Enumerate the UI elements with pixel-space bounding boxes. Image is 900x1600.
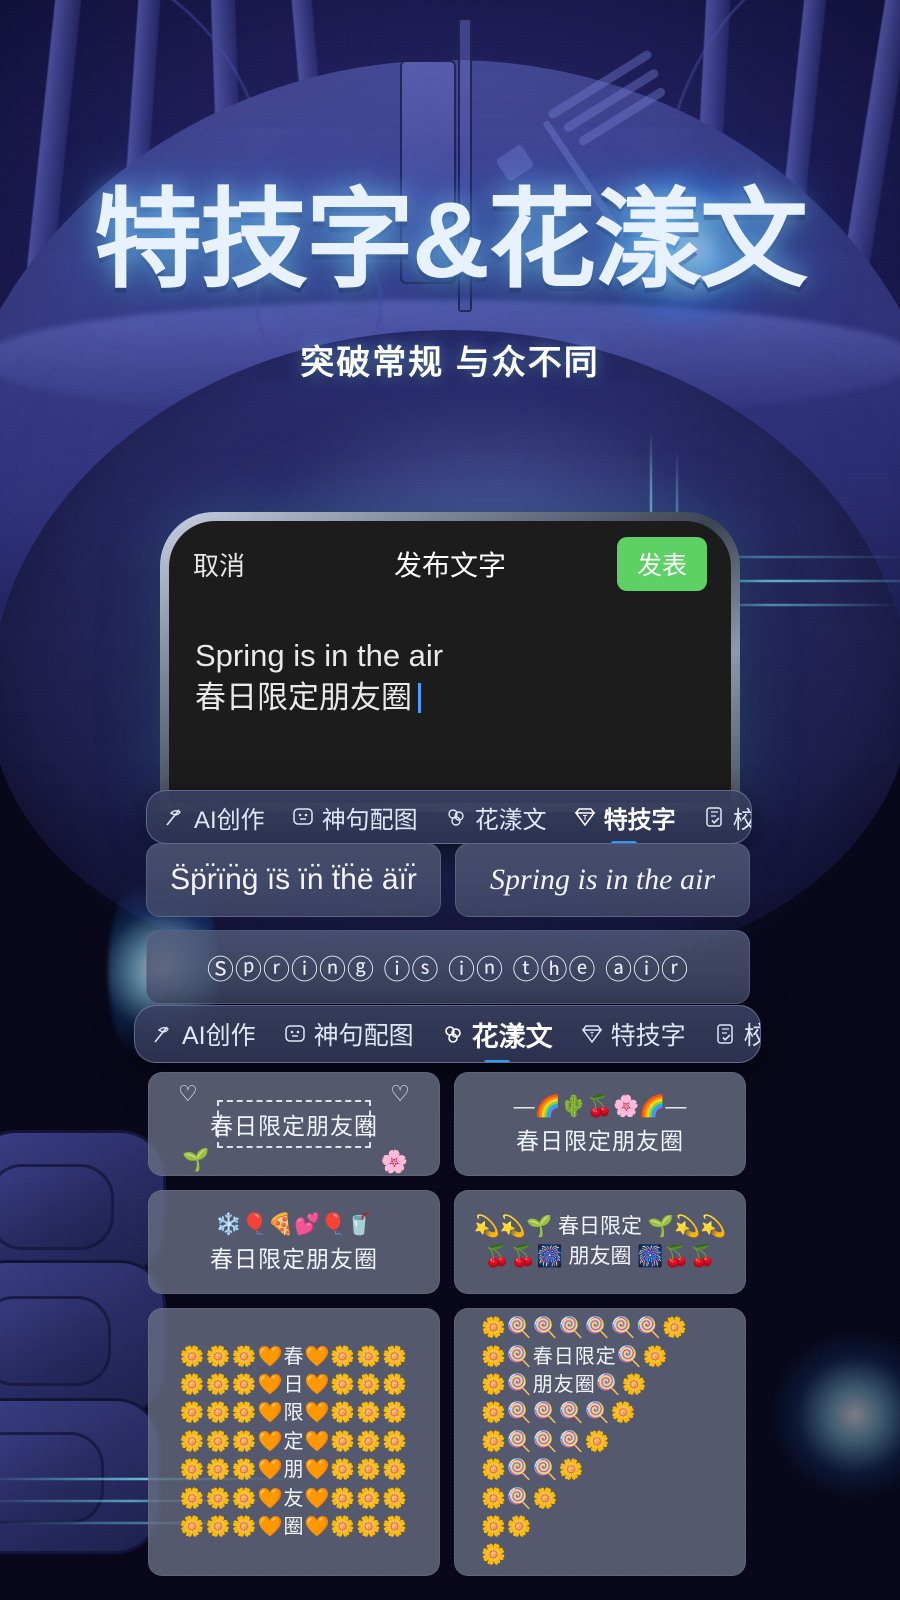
- stunt-style-card-circled[interactable]: Ⓢⓟⓡⓘⓝⓖ ⓘⓢ ⓘⓝ ⓣⓗⓔ ⓐⓘⓡ: [146, 930, 750, 1004]
- flower-card-text: 春日限定朋友圈: [516, 1128, 684, 1155]
- bracket-frame-decoration: ♡ ♡ 春日限定朋友圈 🌱 🌸: [178, 1081, 410, 1174]
- poster-subhead: 突破常规 与众不同: [300, 344, 600, 382]
- flower-text-cards: ♡ ♡ 春日限定朋友圈 🌱 🌸 —🌈🌵🍒🌸🌈— 春日限定朋友圈 ❄️🎈🍕💕🎈🥤 …: [148, 1072, 746, 1590]
- compose-navbar: 取消 发布文字 发表: [169, 521, 731, 607]
- tab-label: 特技字: [610, 1022, 686, 1050]
- tab-stunt-text-2[interactable]: T 特技字: [580, 1016, 686, 1052]
- grid-row: 🌼🌼🌼🧡友🧡🌼🌼🌼: [179, 1487, 409, 1510]
- magic-pen-icon: [154, 1026, 169, 1043]
- grid-row: 🌼🌼🌼🧡圈🧡🌼🌼🌼: [179, 1515, 409, 1538]
- stunt-text-cards: S̈p̈r̈ïn̈g̈ ïs̈ ïn̈ ẗḧë äïr̈ Spring is i…: [146, 843, 750, 1017]
- flower-icon: [444, 1026, 461, 1043]
- magic-pen-icon: [166, 809, 181, 826]
- tab-label: 神句配图: [321, 806, 418, 834]
- flower-card-line-1: 💫💫🌱 春日限定 🌱💫💫: [473, 1214, 727, 1238]
- compose-line-1: Spring is in the air: [195, 638, 444, 673]
- grid-row: 🌼🌼: [481, 1515, 533, 1538]
- flower-card-bracket-frame[interactable]: ♡ ♡ 春日限定朋友圈 🌱 🌸: [148, 1072, 440, 1176]
- smiley-square-icon: [292, 808, 313, 825]
- tab-label: 校对: [732, 806, 751, 834]
- grid-row: 🌼🍭朋友圈🍭🌼: [481, 1374, 648, 1397]
- tab-proofread-2[interactable]: 校对: [713, 1016, 760, 1052]
- flower-card-vertical-grid[interactable]: 🌼🌼🌼🧡春🧡🌼🌼🌼 🌼🌼🌼🧡日🧡🌼🌼🌼 🌼🌼🌼🧡限🧡🌼🌼🌼 🌼🌼🌼🧡定🧡🌼🌼🌼 …: [148, 1308, 440, 1576]
- grid-row: 🌼🌼🌼🧡春🧡🌼🌼🌼: [179, 1345, 409, 1368]
- grid-row: 🌼🍭🍭🌼: [481, 1459, 585, 1482]
- flower-card-line-2: 🍒🍒🎆 朋友圈 🎆🍒🍒: [484, 1245, 716, 1268]
- flower-card-emoji-top: —🌈🌵🍒🌸🌈—: [513, 1094, 687, 1118]
- blossom-icon: 🌸: [380, 1149, 408, 1174]
- toolbar-top: AI创作 神句配图 花漾文 T 特技字 校对: [147, 791, 751, 843]
- stunt-style-card-diacritic[interactable]: S̈p̈r̈ïn̈g̈ ïs̈ ïn̈ ẗḧë äïr̈: [146, 843, 441, 917]
- stunt-style-text: Spring is in the air: [489, 863, 715, 896]
- smiley-square-icon: [284, 1025, 305, 1042]
- active-tab-underline: [483, 1059, 510, 1062]
- document-check-icon: [716, 1024, 733, 1044]
- stunt-style-text: Ⓢⓟⓡⓘⓝⓖ ⓘⓢ ⓘⓝ ⓣⓗⓔ ⓐⓘⓡ: [206, 954, 689, 985]
- flower-card-rainbow[interactable]: —🌈🌵🍒🌸🌈— 春日限定朋友圈: [454, 1072, 746, 1176]
- heart-left-icon: ♡: [178, 1081, 198, 1106]
- flower-icon: [447, 809, 464, 826]
- tab-label: 花漾文: [474, 806, 547, 834]
- grid-rows: 🌼🌼🌼🧡春🧡🌼🌼🌼 🌼🌼🌼🧡日🧡🌼🌼🌼 🌼🌼🌼🧡限🧡🌼🌼🌼 🌼🌼🌼🧡定🧡🌼🌼🌼 …: [180, 1343, 408, 1542]
- compose-textarea[interactable]: Spring is in the air 春日限定朋友圈: [169, 607, 731, 719]
- grid-row: 🌼🍭🍭🍭🌼: [481, 1430, 611, 1453]
- flower-card-sparkle[interactable]: 💫💫🌱 春日限定 🌱💫💫 🍒🍒🎆 朋友圈 🎆🍒🍒: [454, 1190, 746, 1294]
- compose-line-2-wrap: 春日限定朋友圈: [195, 677, 705, 719]
- seedling-icon: 🌱: [182, 1147, 210, 1172]
- tab-label: 神句配图: [313, 1022, 414, 1050]
- flower-card-lollipop-triangle[interactable]: 🌼🍭🍭🍭🍭🍭🍭🌼 🌼🍭春日限定🍭🌼 🌼🍭朋友圈🍭🌼 🌼🍭🍭🍭🍭🌼 🌼🍭🍭🍭🌼 🌼…: [454, 1308, 746, 1576]
- svg-text:T: T: [583, 815, 588, 822]
- grid-row: 🌼🍭🌼: [481, 1487, 559, 1510]
- flower-card-emoji-top: ❄️🎈🍕💕🎈🥤: [215, 1212, 373, 1236]
- flower-card-party[interactable]: ❄️🎈🍕💕🎈🥤 春日限定朋友圈: [148, 1190, 440, 1294]
- flower-card-row-3: 🌼🌼🌼🧡春🧡🌼🌼🌼 🌼🌼🌼🧡日🧡🌼🌼🌼 🌼🌼🌼🧡限🧡🌼🌼🌼 🌼🌼🌼🧡定🧡🌼🌼🌼 …: [148, 1308, 746, 1576]
- stunt-card-row-2: Ⓢⓟⓡⓘⓝⓖ ⓘⓢ ⓘⓝ ⓣⓗⓔ ⓐⓘⓡ: [146, 930, 750, 1004]
- grid-row: 🌼🍭🍭🍭🍭🍭🍭🌼: [481, 1317, 689, 1340]
- tab-label: AI创作: [182, 1022, 256, 1050]
- grid-row: 🌼🌼🌼🧡朋🧡🌼🌼🌼: [179, 1459, 409, 1482]
- grid-row: 🌼🌼🌼🧡日🧡🌼🌼🌼: [179, 1374, 409, 1397]
- tab-sentence-image-2[interactable]: 神句配图: [283, 1016, 414, 1052]
- grid-row: 🌼🌼🌼🧡定🧡🌼🌼🌼: [179, 1430, 409, 1453]
- phone-screen: 取消 发布文字 发表 Spring is in the air 春日限定朋友圈: [169, 521, 731, 803]
- text-caret: [418, 682, 421, 713]
- stunt-style-text: S̈p̈r̈ïn̈g̈ ïs̈ ïn̈ ẗḧë äïr̈: [170, 863, 417, 896]
- poster-headline: 特技字&花漾文: [94, 179, 808, 300]
- grid-row: 🌼🍭🍭🍭🍭🌼: [481, 1402, 637, 1425]
- tab-label: 校对: [743, 1022, 760, 1050]
- poster-stage: 特技字&花漾文 突破常规 与众不同 取消 发布文字 发表 Spring is i…: [0, 0, 900, 1600]
- tab-stunt-text[interactable]: T 特技字: [573, 800, 676, 843]
- tab-flower-text[interactable]: 花漾文: [444, 800, 547, 835]
- grid-row: 🌼🍭春日限定🍭🌼: [481, 1345, 669, 1368]
- document-check-icon: [705, 807, 722, 827]
- flower-card-text: 春日限定朋友圈: [210, 1246, 378, 1273]
- tab-proofread[interactable]: 校对: [702, 800, 751, 835]
- tab-flower-text-2[interactable]: 花漾文: [441, 1015, 553, 1062]
- phone-mockup: 取消 发布文字 发表 Spring is in the air 春日限定朋友圈: [160, 512, 740, 812]
- grid-row: 🌼: [481, 1544, 507, 1567]
- tab-sentence-image[interactable]: 神句配图: [291, 800, 418, 835]
- cancel-button[interactable]: 取消: [193, 546, 245, 583]
- flower-card-text: 春日限定朋友圈: [210, 1113, 378, 1139]
- post-button[interactable]: 发表: [616, 537, 707, 591]
- svg-text:T: T: [590, 1032, 595, 1039]
- stunt-card-row-1: S̈p̈r̈ïn̈g̈ ïs̈ ïn̈ ẗḧë äïr̈ Spring is i…: [146, 843, 750, 917]
- toolbar-bottom: AI创作 神句配图 花漾文 T 特技字 校对: [135, 1006, 760, 1062]
- tab-label: AI创作: [194, 806, 265, 834]
- tab-label: 特技字: [603, 806, 676, 834]
- flower-text-toolbar-panel: AI创作 神句配图 花漾文 T 特技字 校对: [134, 1005, 761, 1063]
- compose-line-2: 春日限定朋友圈: [195, 679, 412, 715]
- grid-row: 🌼🌼🌼🧡限🧡🌼🌼🌼: [179, 1402, 409, 1425]
- stunt-style-card-script[interactable]: Spring is in the air: [455, 843, 750, 917]
- tab-ai-creation[interactable]: AI创作: [163, 800, 265, 835]
- text-gem-icon: T: [574, 808, 596, 827]
- triangle-rows: 🌼🍭🍭🍭🍭🍭🍭🌼 🌼🍭春日限定🍭🌼 🌼🍭朋友圈🍭🌼 🌼🍭🍭🍭🍭🌼 🌼🍭🍭🍭🌼 🌼…: [465, 1314, 688, 1570]
- tab-label: 花漾文: [471, 1021, 553, 1052]
- flower-card-row-1: ♡ ♡ 春日限定朋友圈 🌱 🌸 —🌈🌵🍒🌸🌈— 春日限定朋友圈: [148, 1072, 746, 1176]
- heart-right-icon: ♡: [390, 1081, 410, 1106]
- flower-card-row-2: ❄️🎈🍕💕🎈🥤 春日限定朋友圈 💫💫🌱 春日限定 🌱💫💫 🍒🍒🎆 朋友圈 🎆🍒🍒: [148, 1190, 746, 1294]
- stunt-text-toolbar-panel: AI创作 神句配图 花漾文 T 特技字 校对: [146, 790, 752, 844]
- tab-ai-creation-2[interactable]: AI创作: [151, 1016, 256, 1052]
- text-gem-icon: T: [581, 1025, 603, 1044]
